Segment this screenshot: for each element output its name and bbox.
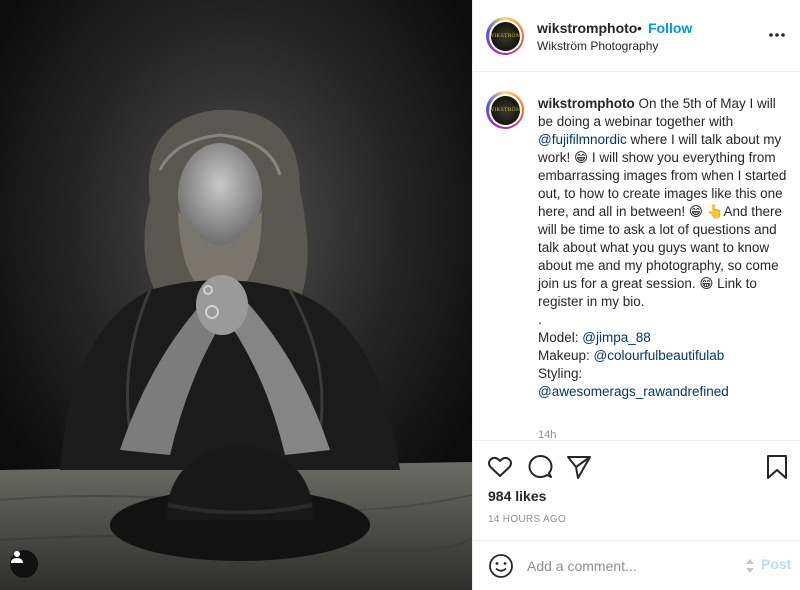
comments-area[interactable]: WIKSTRÖM wikstromphoto On the 5th of May…: [473, 73, 800, 439]
post-date[interactable]: 14 HOURS AGO: [488, 514, 566, 525]
portrait-photo: [0, 0, 472, 590]
username-link[interactable]: wikstromphoto: [537, 20, 637, 36]
mention-link[interactable]: @colourfulbeautifulab: [594, 348, 725, 363]
avatar-ring-inner: WIKSTRÖM: [488, 93, 522, 127]
paper-plane-icon[interactable]: [566, 454, 592, 480]
mention-link[interactable]: @jimpa_88: [582, 330, 651, 345]
user-icon: [11, 551, 23, 563]
comment-input[interactable]: [527, 553, 737, 579]
likes-count[interactable]: 984 likes: [488, 488, 546, 504]
more-options-icon[interactable]: [767, 28, 787, 42]
heart-icon[interactable]: [487, 454, 513, 480]
follow-button[interactable]: Follow: [648, 20, 692, 36]
mention-link[interactable]: @fujifilmnordic: [538, 132, 627, 147]
emoji-icon[interactable]: [488, 553, 514, 579]
caption-avatar[interactable]: WIKSTRÖM: [486, 91, 524, 129]
resize-handle-icon: [746, 559, 754, 573]
avatar-ring-inner: WIKSTRÖM: [488, 19, 522, 53]
comment-icon[interactable]: [527, 454, 553, 480]
comment-timestamp[interactable]: 14h: [538, 429, 556, 439]
caption-username[interactable]: wikstromphoto: [538, 96, 635, 111]
avatar-logo: WIKSTRÖM: [489, 95, 521, 125]
caption-text: Makeup:: [538, 348, 590, 363]
caption-body: On the 5th of May I will be doing a webi…: [538, 96, 790, 399]
action-bar: 984 likes 14 HOURS AGO: [473, 440, 800, 540]
post-photo[interactable]: [0, 0, 472, 590]
post-side-panel: WIKSTRÖM wikstromphoto • Follow Wikström…: [472, 0, 800, 590]
mention-link[interactable]: @awesomerags_rawandrefined: [538, 384, 729, 399]
avatar[interactable]: WIKSTRÖM: [486, 17, 524, 55]
user-tag-button[interactable]: [10, 550, 38, 578]
bookmark-icon[interactable]: [764, 454, 790, 480]
comment-bar: Post: [473, 540, 800, 590]
avatar-logo: WIKSTRÖM: [489, 21, 521, 51]
post-caption: wikstromphoto On the 5th of May I will b…: [538, 95, 788, 401]
post-header: WIKSTRÖM wikstromphoto • Follow Wikström…: [473, 0, 800, 72]
location-link[interactable]: Wikström Photography: [537, 39, 658, 53]
caption-text: Styling:: [538, 366, 583, 381]
separator-dot: •: [637, 20, 642, 36]
post-comment-button[interactable]: Post: [761, 556, 791, 572]
caption-text: where I will talk about my work! 😁 I wil…: [538, 132, 787, 345]
